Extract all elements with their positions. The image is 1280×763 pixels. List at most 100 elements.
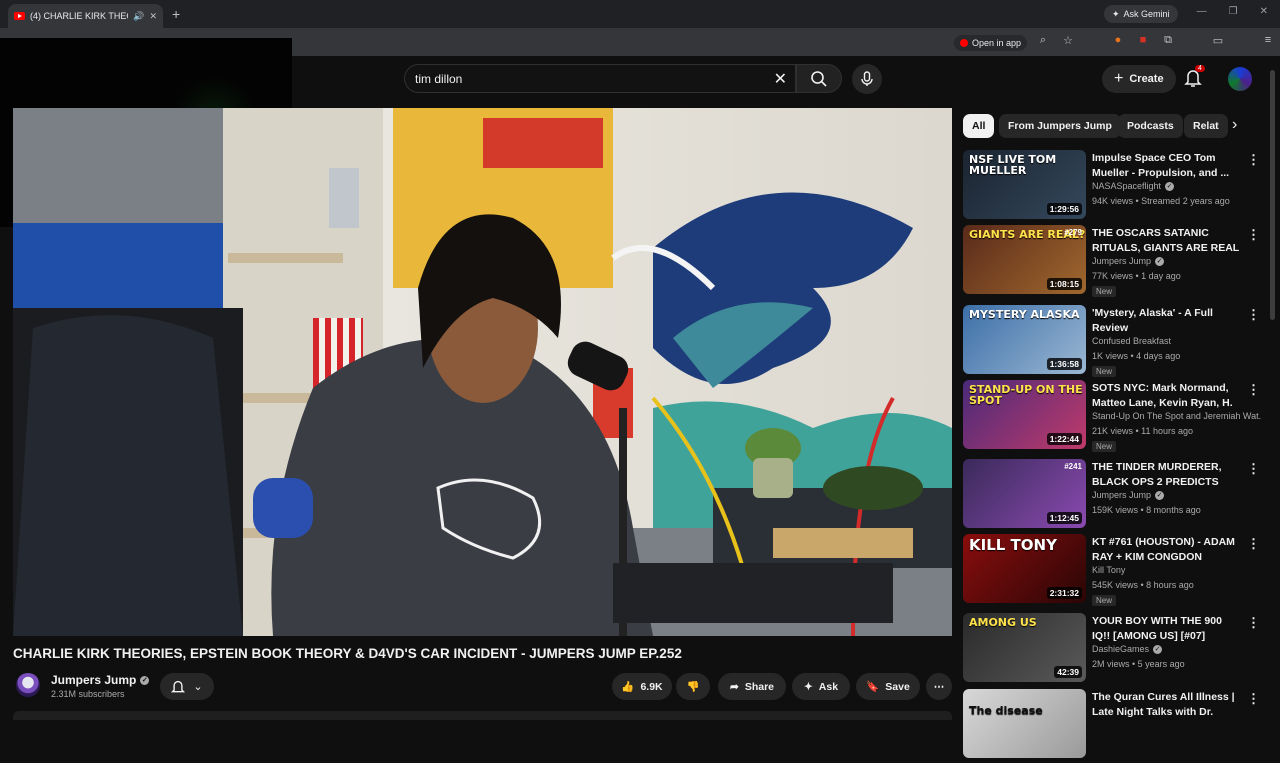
- bell-icon: [171, 680, 186, 692]
- new-badge: New: [1092, 366, 1117, 377]
- subscription-bell-button[interactable]: ⌄: [160, 673, 214, 700]
- thumbnail-text: NSF LIVE TOM MUELLER: [969, 153, 1057, 177]
- account-avatar[interactable]: [1228, 67, 1252, 91]
- thumbnail-text: KILL TONY: [969, 536, 1057, 554]
- close-window-icon[interactable]: ✕: [1260, 6, 1268, 17]
- ask-button[interactable]: ✦ Ask: [792, 673, 850, 700]
- close-tab-icon[interactable]: ✕: [149, 11, 157, 22]
- channel-name: Jumpers Jump: [1092, 490, 1152, 500]
- chip-all[interactable]: All: [963, 114, 995, 138]
- more-options-icon[interactable]: ⋮: [1247, 307, 1260, 323]
- chip-related[interactable]: Relat: [1184, 114, 1228, 138]
- browser-tab[interactable]: (4) CHARLIE KIRK THEORIES, EPSTEIN 🔊 ✕: [8, 4, 163, 28]
- video-thumbnail[interactable]: The disease: [963, 689, 1086, 758]
- video-thumbnail[interactable]: MYSTERY ALASKA 1:36:58: [963, 305, 1086, 374]
- duration-badge: 1:08:15: [1046, 278, 1082, 290]
- media-controls-icon[interactable]: ≡: [1261, 34, 1275, 47]
- recommendation-item[interactable]: NSF LIVE TOM MUELLER 1:29:56 Impulse Space…: [963, 150, 1263, 224]
- recommendation-item[interactable]: STAND-UP ON THE SPOT 1:22:44 SOTS NYC: Mar…: [963, 380, 1263, 454]
- video-thumbnail[interactable]: STAND-UP ON THE SPOT 1:22:44: [963, 380, 1086, 449]
- duration-badge: 42:39: [1054, 666, 1082, 678]
- more-options-icon[interactable]: ⋮: [1247, 461, 1260, 477]
- recommendation-title[interactable]: THE TINDER MURDERER, BLACK OPS 2 PREDICT…: [1092, 460, 1240, 489]
- voice-search-button[interactable]: [852, 64, 882, 94]
- recommendation-title[interactable]: The Quran Cures All Illness | Late Night…: [1092, 690, 1240, 719]
- extensions-puzzle-icon[interactable]: ⧉: [1161, 34, 1175, 47]
- more-options-icon[interactable]: ⋮: [1247, 382, 1260, 398]
- open-in-app-button[interactable]: Open in app: [954, 35, 1028, 51]
- bookmark-icon: 🔖: [866, 681, 880, 693]
- save-button[interactable]: 🔖 Save: [856, 673, 920, 700]
- recommendation-item[interactable]: KILL TONY 2:31:32 KT #761 (HOUSTON) - ADAM…: [963, 534, 1263, 608]
- tab-title: (4) CHARLIE KIRK THEORIES, EPSTEIN: [30, 11, 128, 21]
- recommendation-item[interactable]: AMONG US 42:39 YOUR BOY WITH THE 900 IQ!! …: [963, 613, 1263, 687]
- new-tab-icon[interactable]: +: [172, 6, 180, 22]
- zoom-icon[interactable]: ⌕: [1036, 34, 1050, 47]
- recommendation-item[interactable]: #241 1:12:45 THE TINDER MURDERER, BLACK OP…: [963, 459, 1263, 533]
- more-options-icon[interactable]: ⋮: [1247, 536, 1260, 552]
- recommendation-title[interactable]: KT #761 (HOUSTON) - ADAM RAY + KIM CONGD…: [1092, 535, 1240, 564]
- clear-search-icon[interactable]: ✕: [774, 69, 787, 89]
- more-options-icon[interactable]: ⋮: [1247, 152, 1260, 168]
- restore-icon[interactable]: ❐: [1229, 6, 1238, 17]
- verified-check-icon: ✓: [1165, 181, 1175, 191]
- chip-podcasts[interactable]: Podcasts: [1118, 114, 1183, 138]
- more-options-icon[interactable]: ⋮: [1247, 227, 1260, 243]
- more-options-icon[interactable]: ⋮: [1247, 615, 1260, 631]
- video-thumbnail[interactable]: GIANTS ARE REAL? #279 1:08:15: [963, 225, 1086, 294]
- extension-orange-icon[interactable]: ●: [1111, 34, 1125, 47]
- recommendation-channel[interactable]: Jumpers Jump ✓: [1092, 256, 1262, 266]
- like-count: 6.9K: [640, 680, 663, 693]
- recommendation-channel[interactable]: Stand-Up On The Spot and Jeremiah Wat...: [1092, 411, 1262, 421]
- more-options-icon[interactable]: ⋮: [1247, 691, 1260, 707]
- recommendation-title[interactable]: THE OSCARS SATANIC RITUALS, GIANTS ARE R…: [1092, 226, 1240, 255]
- gemini-sparkle-icon: ✦: [1112, 8, 1120, 19]
- like-button[interactable]: 👍 6.9K: [612, 673, 672, 700]
- address-bar-icons: ⌕ ☆ ● ■ ⧉ ▭ ≡ ◉ ⋮: [1036, 34, 1280, 47]
- recommendation-item[interactable]: The disease The Quran Cures All Illness |…: [963, 689, 1263, 763]
- video-thumbnail[interactable]: AMONG US 42:39: [963, 613, 1086, 682]
- search-input[interactable]: tim dillon ✕: [404, 64, 796, 93]
- minimize-icon[interactable]: —: [1197, 6, 1207, 17]
- ask-gemini-label: Ask Gemini: [1123, 9, 1170, 19]
- recommendation-channel[interactable]: NASASpaceflight ✓: [1092, 181, 1262, 191]
- dislike-button[interactable]: 👎: [676, 673, 710, 700]
- video-player[interactable]: [13, 108, 952, 636]
- channel-avatar[interactable]: [16, 673, 40, 697]
- channel-name-row[interactable]: Jumpers Jump ✓: [51, 673, 150, 687]
- recommendation-item[interactable]: MYSTERY ALASKA 1:36:58 'Mystery, Alaska' -…: [963, 305, 1263, 379]
- more-actions-button[interactable]: ⋯: [926, 673, 952, 700]
- recommendation-title[interactable]: Impulse Space CEO Tom Mueller - Propulsi…: [1092, 151, 1240, 180]
- search-button[interactable]: [796, 64, 842, 93]
- video-thumbnail[interactable]: NSF LIVE TOM MUELLER 1:29:56: [963, 150, 1086, 219]
- chips-next-chevron-icon[interactable]: ›: [1232, 116, 1237, 134]
- thumbnail-text: The disease: [969, 704, 1043, 717]
- share-arrow-icon: ➦: [730, 680, 739, 693]
- channel-name: Jumpers Jump: [1092, 256, 1152, 266]
- chip-from-jumpers-jump[interactable]: From Jumpers Jump: [999, 114, 1121, 138]
- recommendation-channel[interactable]: Jumpers Jump ✓: [1092, 490, 1262, 500]
- recommendation-title[interactable]: 'Mystery, Alaska' - A Full Review: [1092, 306, 1240, 335]
- create-button[interactable]: + Create: [1102, 65, 1176, 93]
- scrollbar[interactable]: [1270, 70, 1275, 320]
- bookmark-star-icon[interactable]: ☆: [1061, 34, 1075, 47]
- recommendation-item[interactable]: GIANTS ARE REAL? #279 1:08:15 THE OSCARS SA…: [963, 225, 1263, 299]
- video-thumbnail[interactable]: #241 1:12:45: [963, 459, 1086, 528]
- cast-icon[interactable]: ▭: [1211, 34, 1225, 47]
- speaker-icon[interactable]: 🔊: [133, 11, 144, 22]
- video-thumbnail[interactable]: KILL TONY 2:31:32: [963, 534, 1086, 603]
- recommendation-title[interactable]: SOTS NYC: Mark Normand, Matteo Lane, Kev…: [1092, 381, 1240, 410]
- notifications-button[interactable]: 4: [1184, 65, 1205, 93]
- share-button[interactable]: ➦ Share: [718, 673, 786, 700]
- extension-red-icon[interactable]: ■: [1136, 34, 1150, 47]
- duration-badge: 1:29:56: [1046, 203, 1082, 215]
- ask-gemini-button[interactable]: ✦ Ask Gemini: [1104, 5, 1178, 23]
- window-controls: — ❐ ✕: [1197, 6, 1268, 17]
- recommendation-channel[interactable]: DashieGames ✓: [1092, 644, 1262, 654]
- youtube-favicon-icon: [14, 12, 25, 20]
- description-box[interactable]: [13, 711, 952, 720]
- recommendation-channel[interactable]: Kill Tony: [1092, 565, 1262, 575]
- recommendation-channel[interactable]: Confused Breakfast: [1092, 336, 1262, 346]
- recommendation-title[interactable]: YOUR BOY WITH THE 900 IQ!! [AMONG US] [#…: [1092, 614, 1240, 643]
- filter-chips: All From Jumpers Jump Podcasts Relat: [963, 114, 1255, 138]
